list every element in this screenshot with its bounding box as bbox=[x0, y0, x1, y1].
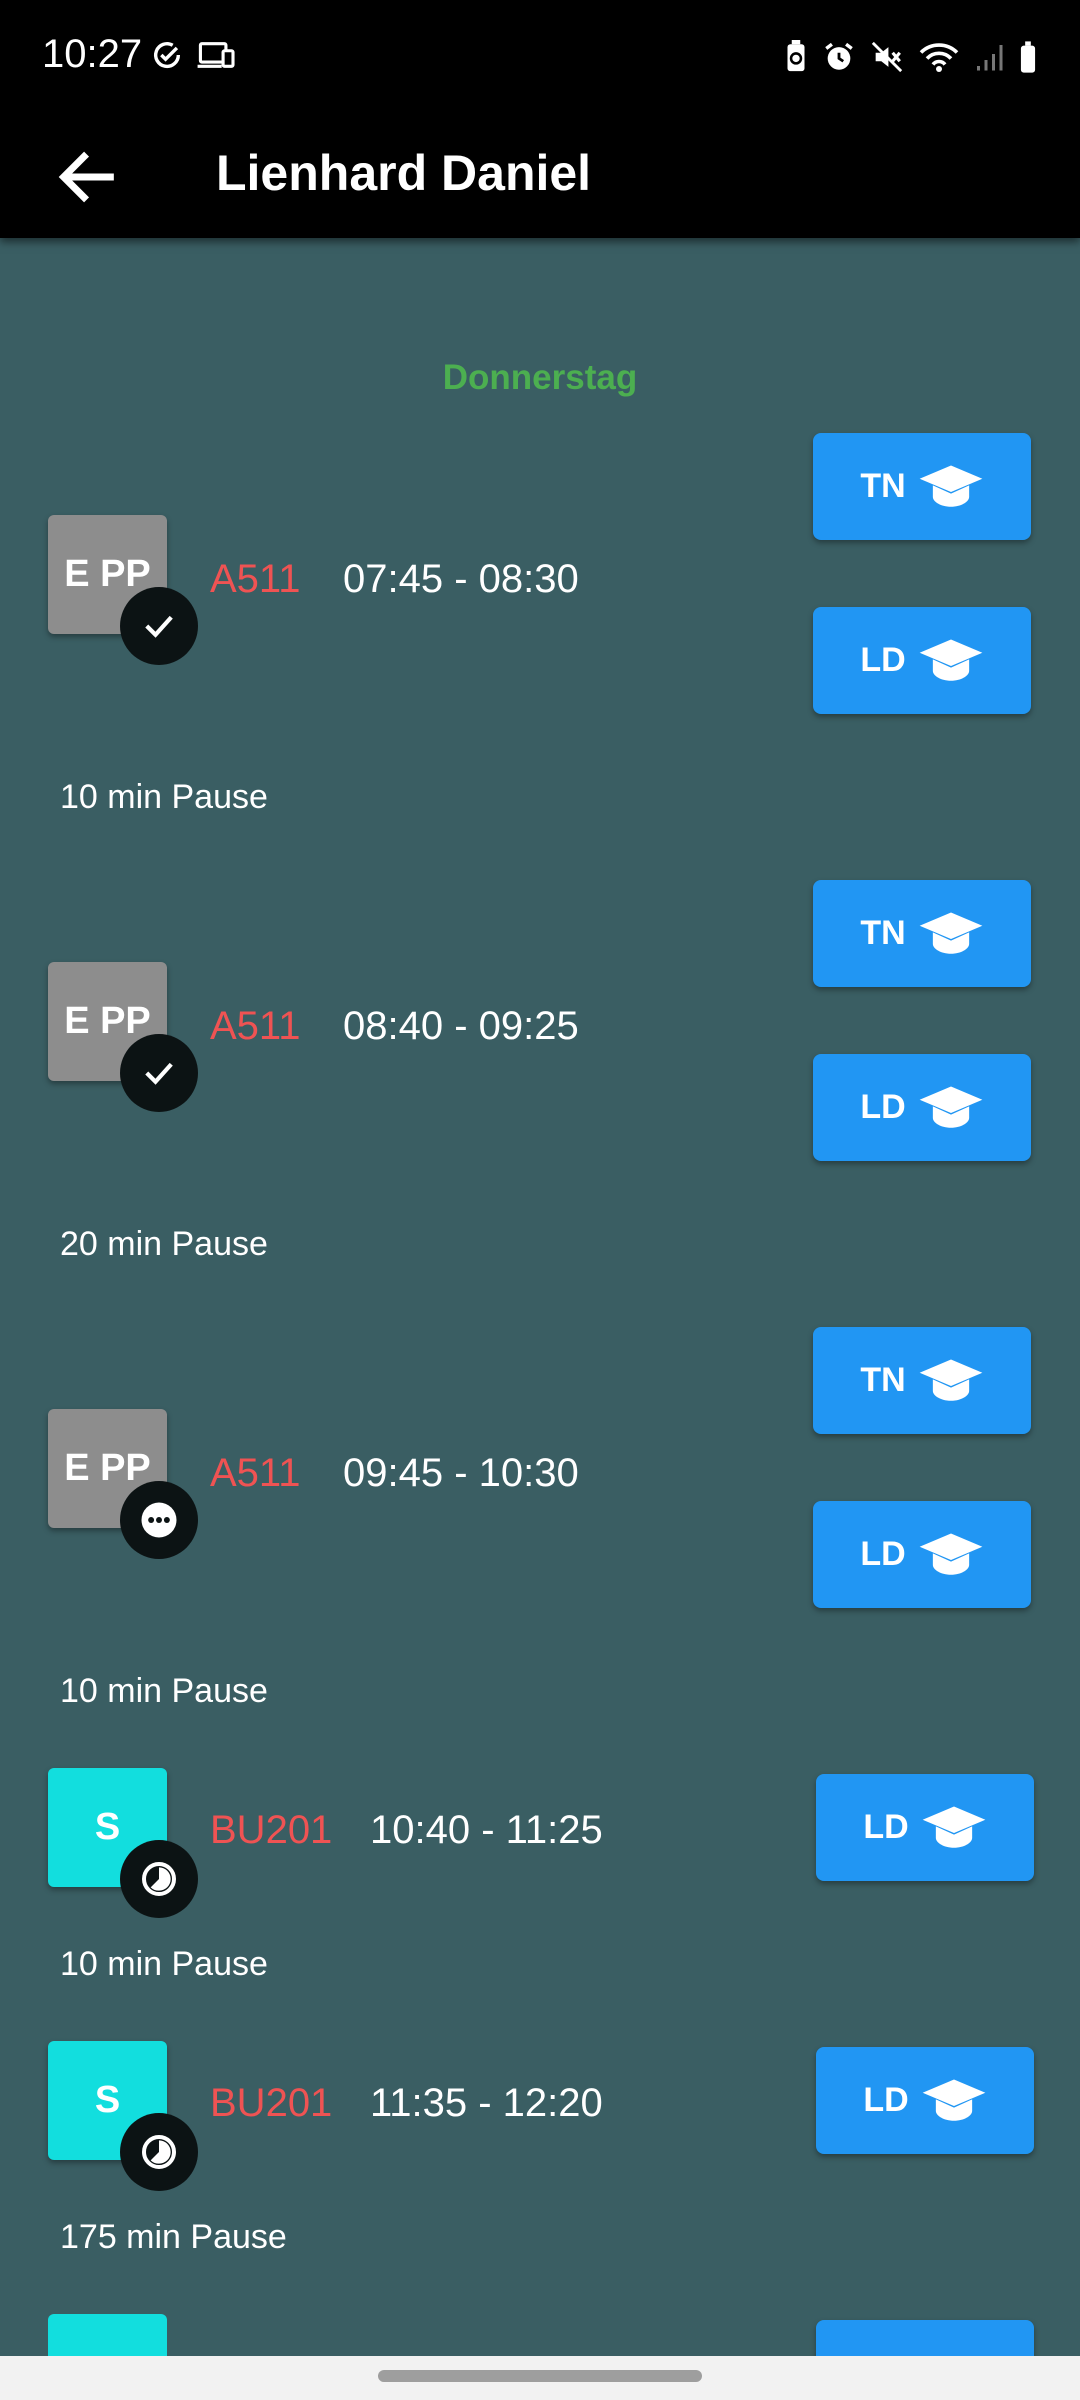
home-gesture-handle[interactable] bbox=[378, 2370, 702, 2382]
ld-button-label: LD bbox=[863, 1808, 909, 1846]
lesson-row[interactable]: S BU201 10:40 - 11:25 LD bbox=[0, 1768, 1080, 1948]
pause-label: 10 min Pause bbox=[60, 778, 268, 816]
status-badge bbox=[120, 1034, 198, 1112]
ld-button[interactable]: LD bbox=[816, 1774, 1034, 1881]
graduation-cap-icon bbox=[919, 639, 983, 681]
ld-button-label: LD bbox=[860, 1088, 906, 1126]
time-label: 07:45 - 08:30 bbox=[343, 557, 579, 601]
status-right-icons bbox=[784, 40, 1038, 74]
alarm-icon bbox=[825, 42, 853, 70]
room-label: BU201 bbox=[210, 2081, 333, 2125]
tn-button-label: TN bbox=[860, 467, 906, 505]
subject-badge-text: S bbox=[94, 2079, 121, 2121]
subject-badge-text: E PP bbox=[64, 1000, 151, 1042]
graduation-cap-icon bbox=[919, 1359, 983, 1401]
clock-icon bbox=[142, 2135, 176, 2169]
time-label: 11:35 - 12:20 bbox=[370, 2081, 603, 2125]
graduation-cap-icon bbox=[919, 1533, 983, 1575]
check-icon bbox=[145, 1062, 173, 1085]
room-label: A511 bbox=[210, 1451, 301, 1495]
ld-button[interactable]: LD bbox=[813, 1054, 1031, 1161]
lesson-row[interactable]: E PP A511 09:45 - 10:30 TN LD bbox=[0, 1324, 1080, 1624]
mute-icon bbox=[871, 41, 903, 73]
status-left-icons bbox=[150, 38, 236, 72]
status-badge bbox=[120, 1481, 198, 1559]
ld-button[interactable]: LD bbox=[816, 2047, 1034, 2154]
day-label: Donnerstag bbox=[442, 358, 638, 397]
time-label: 08:40 - 09:25 bbox=[343, 1004, 579, 1048]
room-label: BU201 bbox=[210, 1808, 333, 1852]
back-button[interactable] bbox=[52, 142, 122, 212]
subject-badge-text: S bbox=[94, 1806, 121, 1848]
signal-icon bbox=[977, 45, 1003, 71]
time-label: 10:40 - 11:25 bbox=[370, 1808, 603, 1852]
status-badge bbox=[120, 2113, 198, 2191]
ld-button-label: LD bbox=[863, 2081, 909, 2119]
clock-icon bbox=[142, 1862, 176, 1896]
navigation-bar bbox=[0, 2356, 1080, 2400]
check-circle-icon bbox=[153, 42, 181, 69]
ld-button-label: LD bbox=[860, 641, 906, 679]
status-badge bbox=[120, 587, 198, 665]
ld-button-label: LD bbox=[860, 1535, 906, 1573]
app-bar: Lienhard Daniel bbox=[0, 118, 1080, 238]
page-title: Lienhard Daniel bbox=[216, 145, 592, 201]
pause-label: 175 min Pause bbox=[60, 2218, 287, 2256]
wifi-icon bbox=[919, 43, 959, 72]
tn-button[interactable]: TN bbox=[813, 1327, 1031, 1434]
arrow-left-icon bbox=[58, 151, 114, 203]
subject-badge-text: E PP bbox=[64, 553, 151, 595]
tn-button[interactable]: TN bbox=[813, 880, 1031, 987]
status-badge bbox=[120, 1840, 198, 1918]
status-time: 10:27 bbox=[42, 32, 143, 76]
tn-button-label: TN bbox=[860, 914, 906, 952]
room-label: A511 bbox=[210, 557, 301, 601]
tn-button-label: TN bbox=[860, 1361, 906, 1399]
ld-button[interactable]: LD bbox=[813, 1501, 1031, 1608]
graduation-cap-icon bbox=[922, 1806, 986, 1848]
lesson-row[interactable]: E PP A511 07:45 - 08:30 TN LD bbox=[0, 430, 1080, 730]
check-icon bbox=[145, 615, 173, 638]
room-label: A511 bbox=[210, 1004, 301, 1048]
graduation-cap-icon bbox=[919, 912, 983, 954]
status-bar: 10:27 bbox=[0, 0, 1080, 118]
ld-button[interactable]: LD bbox=[813, 607, 1031, 714]
subject-badge-text: E PP bbox=[64, 1447, 151, 1489]
pause-label: 20 min Pause bbox=[60, 1225, 268, 1263]
graduation-cap-icon bbox=[922, 2079, 986, 2121]
lesson-row[interactable]: E PP A511 08:40 - 09:25 TN LD bbox=[0, 877, 1080, 1177]
battery-icon bbox=[1020, 41, 1036, 73]
devices-icon bbox=[197, 42, 235, 68]
pause-label: 10 min Pause bbox=[60, 1945, 268, 1983]
graduation-cap-icon bbox=[919, 1086, 983, 1128]
pause-label: 10 min Pause bbox=[60, 1672, 268, 1710]
tn-button[interactable]: TN bbox=[813, 433, 1031, 540]
graduation-cap-icon bbox=[919, 465, 983, 507]
time-label: 09:45 - 10:30 bbox=[343, 1451, 579, 1495]
lesson-row[interactable]: S BU201 11:35 - 12:20 LD bbox=[0, 2041, 1080, 2221]
more-dots-icon bbox=[141, 1502, 177, 1538]
battery-saver-icon bbox=[787, 40, 805, 72]
